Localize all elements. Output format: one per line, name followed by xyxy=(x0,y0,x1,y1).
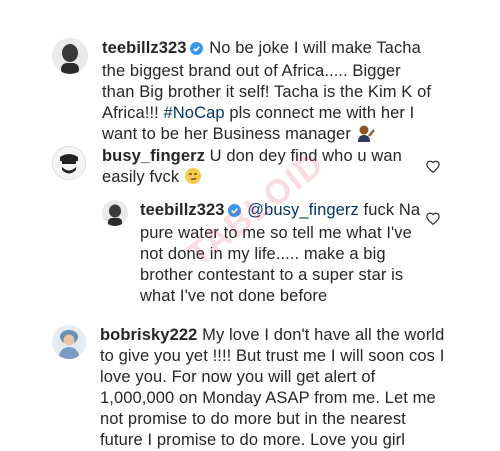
heart-icon[interactable] xyxy=(426,212,440,225)
comment-text: teebillz323 @busy_fingerz fuck Na pure w… xyxy=(140,200,430,307)
avatar[interactable] xyxy=(52,38,88,74)
avatar[interactable] xyxy=(52,146,86,180)
avatar[interactable] xyxy=(102,200,128,226)
person-gesturing-emoji xyxy=(356,124,376,148)
comment-1: teebillz323 No be joke I will make Tacha… xyxy=(52,38,472,148)
username[interactable]: bobrisky222 xyxy=(100,326,197,344)
comment-text: busy_fingerz U don dey find who u wan ea… xyxy=(102,146,402,191)
comment-4: bobrisky222 My love I don't have all the… xyxy=(52,325,472,451)
comment-text: bobrisky222 My love I don't have all the… xyxy=(100,325,450,451)
avatar-photo xyxy=(53,147,85,179)
comment-text: teebillz323 No be joke I will make Tacha… xyxy=(102,38,432,148)
verified-badge-icon xyxy=(189,40,203,61)
smirk-emoji xyxy=(184,167,202,191)
comment-2: busy_fingerz U don dey find who u wan ea… xyxy=(52,146,472,191)
avatar-photo xyxy=(52,38,88,74)
comment-3-reply: teebillz323 @busy_fingerz fuck Na pure w… xyxy=(102,200,432,307)
heart-icon[interactable] xyxy=(426,160,440,173)
hashtag-link[interactable]: #NoCap xyxy=(164,104,225,122)
username[interactable]: teebillz323 xyxy=(102,39,187,57)
mention-link[interactable]: @busy_fingerz xyxy=(247,201,359,219)
username[interactable]: busy_fingerz xyxy=(102,147,205,165)
avatar[interactable] xyxy=(52,325,86,359)
comment-body: My love I don't have all the world to gi… xyxy=(100,326,445,449)
username[interactable]: teebillz323 xyxy=(140,201,225,219)
avatar-photo xyxy=(52,325,86,359)
verified-badge-icon xyxy=(227,202,241,223)
avatar-photo xyxy=(102,200,128,226)
